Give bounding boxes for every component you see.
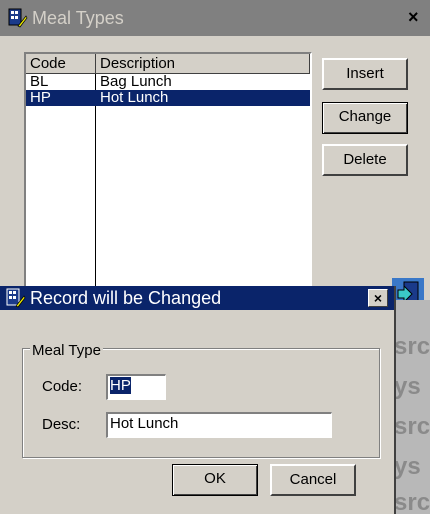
insert-button[interactable]: Insert: [322, 58, 408, 90]
dialog-close-button[interactable]: ×: [368, 289, 388, 307]
dialog-title: Record will be Changed: [30, 288, 222, 308]
main-window-title: Meal Types: [32, 8, 124, 28]
meal-type-group: [22, 348, 380, 458]
column-divider: [95, 74, 96, 294]
desc-value: Hot Lunch: [110, 415, 179, 432]
cell-description: Bag Lunch: [100, 73, 172, 90]
code-value: HP: [110, 377, 131, 394]
svg-text:src: src: [394, 333, 430, 360]
cell-description: Hot Lunch: [100, 89, 169, 106]
dialog-titlebar[interactable]: Record will be Changed ×: [0, 286, 394, 310]
code-label: Code:: [42, 378, 83, 395]
column-header-code[interactable]: Code: [26, 54, 96, 74]
delete-button[interactable]: Delete: [322, 144, 408, 176]
close-icon[interactable]: ×: [408, 7, 430, 29]
ok-button-label: OK: [204, 470, 226, 487]
svg-text:ys: ys: [394, 453, 421, 480]
code-input[interactable]: HP: [106, 374, 166, 400]
delete-button-label: Delete: [343, 151, 387, 168]
desc-label: Desc:: [42, 416, 81, 433]
change-button[interactable]: Change: [322, 102, 408, 134]
change-button-label: Change: [338, 108, 392, 125]
insert-button-label: Insert: [346, 65, 384, 82]
background-watermark: src ys src ys src: [394, 333, 430, 514]
ok-button[interactable]: OK: [172, 464, 258, 496]
svg-text:src: src: [394, 413, 430, 440]
cancel-button[interactable]: Cancel: [270, 464, 356, 496]
cell-code: HP: [30, 89, 51, 106]
group-label: Meal Type: [30, 342, 103, 359]
cell-code: BL: [30, 73, 49, 90]
svg-text:src: src: [394, 489, 430, 514]
app-icon: [8, 8, 28, 28]
background-panel: src ys src ys src: [390, 300, 430, 514]
meal-types-list[interactable]: Code Description BL Bag Lunch HP Hot Lun…: [24, 52, 312, 296]
list-row-hp[interactable]: HP Hot Lunch: [26, 90, 310, 106]
main-titlebar[interactable]: Meal Types ×: [0, 0, 430, 36]
close-icon: ×: [373, 290, 383, 306]
svg-text:ys: ys: [394, 373, 421, 400]
edit-icon: [6, 288, 26, 308]
list-row-bl[interactable]: BL Bag Lunch: [26, 74, 310, 90]
record-changed-dialog: Record will be Changed × Meal Type Code:…: [0, 286, 396, 514]
desc-input[interactable]: Hot Lunch: [106, 412, 332, 438]
cancel-button-label: Cancel: [289, 471, 337, 488]
column-header-description[interactable]: Description: [96, 54, 310, 74]
